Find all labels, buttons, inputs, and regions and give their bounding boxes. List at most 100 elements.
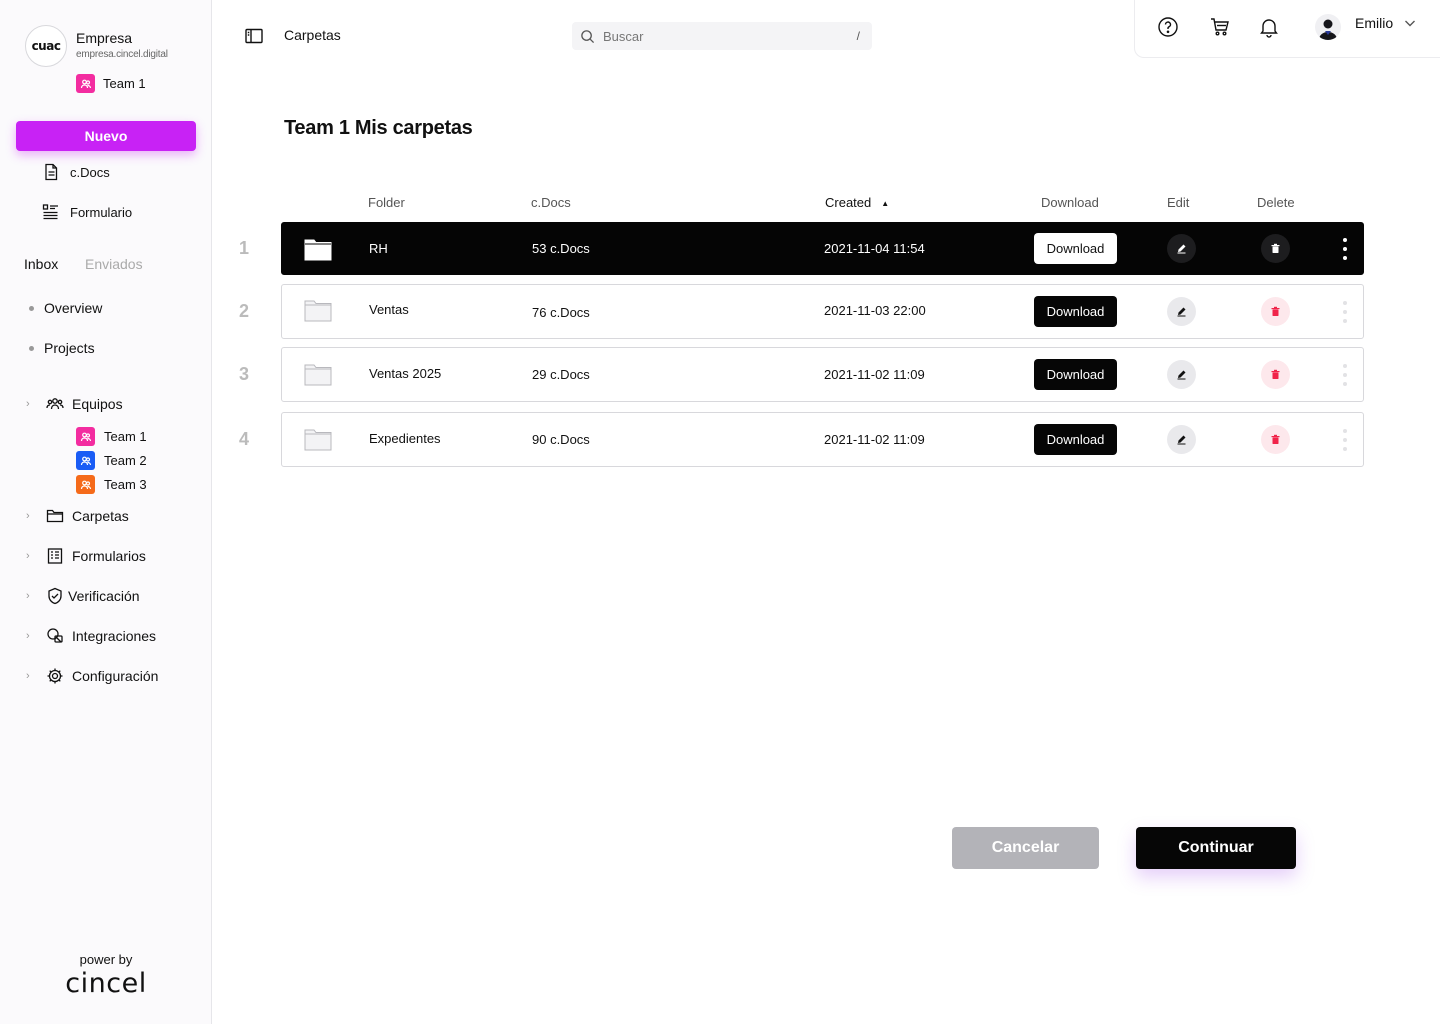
delete-button[interactable] xyxy=(1261,360,1290,389)
sidebar-item-label: Team 1 xyxy=(104,429,147,444)
chevron-right-icon: › xyxy=(26,630,30,642)
app-root: cuac Empresa empresa.cincel.digital Team… xyxy=(0,0,1440,1024)
created-date: 2021-11-03 22:00 xyxy=(824,303,926,318)
download-button[interactable]: Download xyxy=(1034,296,1117,327)
edit-button[interactable] xyxy=(1167,297,1196,326)
chevron-right-icon: › xyxy=(26,398,30,410)
table-row[interactable]: RH 53 c.Docs 2021-11-04 11:54 Download xyxy=(281,222,1364,275)
current-team-label: Team 1 xyxy=(103,76,146,91)
sidebar-item-cdocs[interactable]: c.Docs xyxy=(42,163,110,181)
more-options-icon[interactable] xyxy=(1341,364,1349,386)
brand-logo: cincel xyxy=(65,968,147,999)
sidebar-item-projects[interactable]: Projects xyxy=(29,340,95,356)
sidebar-item-label: Carpetas xyxy=(72,508,129,524)
trash-icon xyxy=(1271,369,1280,379)
more-options-icon[interactable] xyxy=(1341,238,1349,260)
cdocs-count: 53 c.Docs xyxy=(532,241,590,256)
folder-icon xyxy=(304,429,332,451)
sidebar-item-formulario[interactable]: Formulario xyxy=(42,203,132,221)
pencil-icon xyxy=(1177,307,1186,317)
cdocs-count: 29 c.Docs xyxy=(532,367,590,382)
sidebar-item-carpetas[interactable]: › Carpetas xyxy=(26,507,129,525)
download-button[interactable]: Download xyxy=(1034,424,1117,455)
folder-name[interactable]: Ventas xyxy=(369,302,409,317)
cart-icon[interactable] xyxy=(1209,16,1231,38)
continue-button[interactable]: Continuar xyxy=(1136,827,1296,869)
cancel-button[interactable]: Cancelar xyxy=(952,827,1099,869)
team-icon xyxy=(46,398,64,410)
user-name[interactable]: Emilio xyxy=(1355,15,1393,31)
table-row[interactable]: Ventas 76 c.Docs 2021-11-03 22:00 Downlo… xyxy=(281,284,1364,339)
more-options-icon[interactable] xyxy=(1341,301,1349,323)
chevron-right-icon: › xyxy=(26,550,30,562)
team-icon xyxy=(76,451,95,470)
column-header-download: Download xyxy=(1041,195,1099,210)
table-row[interactable]: Expedientes 90 c.Docs 2021-11-02 11:09 D… xyxy=(281,412,1364,467)
search-icon xyxy=(581,29,595,43)
powered-by-label: power by xyxy=(79,952,133,967)
top-bar: Emilio xyxy=(1134,0,1440,58)
sidebar-toggle-icon[interactable] xyxy=(245,28,263,44)
sidebar-item-integraciones[interactable]: › Integraciones xyxy=(26,627,156,645)
form-list-icon xyxy=(42,204,58,220)
search-bar[interactable]: / xyxy=(572,22,872,50)
sidebar-item-label: Formularios xyxy=(72,548,146,564)
table-row[interactable]: Ventas 2025 29 c.Docs 2021-11-02 11:09 D… xyxy=(281,347,1364,402)
edit-button[interactable] xyxy=(1167,234,1196,263)
sidebar-item-team-3[interactable]: Team 3 xyxy=(76,475,147,494)
delete-button[interactable] xyxy=(1261,297,1290,326)
trash-icon xyxy=(1271,434,1280,444)
chevron-down-icon[interactable] xyxy=(1403,16,1417,30)
created-date: 2021-11-02 11:09 xyxy=(824,367,925,382)
shield-check-icon xyxy=(48,587,62,605)
download-button[interactable]: Download xyxy=(1034,359,1117,390)
search-input[interactable] xyxy=(603,28,857,44)
avatar[interactable] xyxy=(1315,14,1341,40)
trash-icon xyxy=(1271,243,1280,253)
company-name: Empresa xyxy=(76,30,133,46)
tab-enviados[interactable]: Enviados xyxy=(85,256,143,272)
help-icon[interactable] xyxy=(1157,16,1179,38)
sidebar-item-label: Team 3 xyxy=(104,477,147,492)
more-options-icon[interactable] xyxy=(1341,429,1349,451)
new-button[interactable]: Nuevo xyxy=(16,121,196,151)
integrations-icon xyxy=(47,628,63,643)
bullet-icon xyxy=(29,305,34,311)
gear-icon xyxy=(47,668,63,684)
sidebar-item-overview[interactable]: Overview xyxy=(29,300,102,316)
search-shortcut: / xyxy=(856,29,860,43)
download-button[interactable]: Download xyxy=(1034,233,1117,264)
sidebar-item-verificacion[interactable]: › Verificación xyxy=(26,587,140,605)
row-number: 2 xyxy=(239,301,250,321)
bell-icon[interactable] xyxy=(1258,16,1280,38)
sidebar-item-equipos[interactable]: › Equipos xyxy=(26,395,123,413)
page-title: Team 1 Mis carpetas xyxy=(284,117,473,139)
edit-button[interactable] xyxy=(1167,360,1196,389)
delete-button[interactable] xyxy=(1261,234,1290,263)
sidebar-item-configuracion[interactable]: › Configuración xyxy=(26,667,158,685)
current-team[interactable]: Team 1 xyxy=(76,74,146,93)
folder-icon xyxy=(304,364,332,386)
folder-name[interactable]: RH xyxy=(369,241,388,256)
row-number: 1 xyxy=(239,238,250,258)
breadcrumb[interactable]: Carpetas xyxy=(284,27,341,43)
edit-button[interactable] xyxy=(1167,425,1196,454)
logo-text: cuac xyxy=(31,39,61,53)
folder-icon xyxy=(304,239,332,261)
sidebar-item-label: c.Docs xyxy=(70,164,110,180)
forms-icon xyxy=(47,548,63,564)
delete-button[interactable] xyxy=(1261,425,1290,454)
sidebar-item-team-1[interactable]: Team 1 xyxy=(76,427,147,446)
tab-inbox[interactable]: Inbox xyxy=(24,256,58,272)
company-logo: cuac xyxy=(25,25,67,67)
sidebar-item-label: Verificación xyxy=(68,588,140,604)
folder-name[interactable]: Ventas 2025 xyxy=(369,366,441,381)
folder-icon xyxy=(46,509,64,523)
sidebar-item-formularios[interactable]: › Formularios xyxy=(26,547,146,565)
sidebar-item-label: Overview xyxy=(44,300,103,316)
sidebar-item-team-2[interactable]: Team 2 xyxy=(76,451,147,470)
folder-name[interactable]: Expedientes xyxy=(369,431,441,446)
chevron-right-icon: › xyxy=(26,590,30,602)
column-header-created[interactable]: Created ▲ xyxy=(825,195,889,210)
column-header-edit: Edit xyxy=(1167,195,1190,210)
